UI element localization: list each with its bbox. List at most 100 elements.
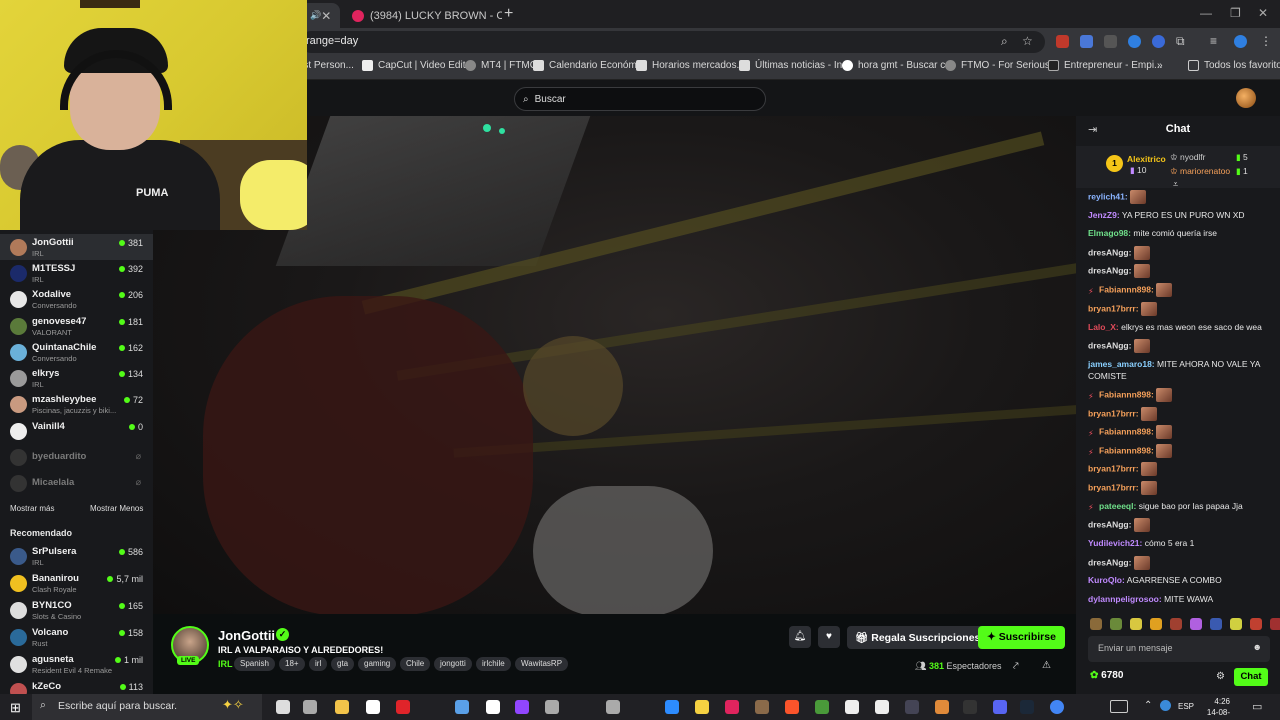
emote-icon[interactable] <box>1150 618 1162 630</box>
chat-username[interactable]: dresANgg <box>1088 247 1129 257</box>
stream-category[interactable]: IRL <box>218 659 233 669</box>
expand-leaderboard-icon[interactable]: ⩡ <box>1173 179 1178 190</box>
settings-icon[interactable] <box>545 700 559 714</box>
extension-icon[interactable] <box>1152 35 1165 48</box>
close-window-icon[interactable]: ✕ <box>1258 6 1268 20</box>
bookmark-item[interactable]: Horarios mercados... <box>636 60 745 71</box>
bookmark-item[interactable]: Entrepreneur - Empi... <box>1048 60 1162 71</box>
sidebar-item-volcano[interactable]: Volcano Rust 158 <box>0 624 153 650</box>
chat-username[interactable]: dresANgg <box>1088 557 1129 567</box>
follow-button[interactable]: ♥ <box>818 626 840 648</box>
report-icon[interactable]: ⚠ <box>1042 660 1051 671</box>
tag-chile[interactable]: Chile <box>400 657 431 671</box>
chat-username[interactable]: KuroQlo <box>1088 575 1122 585</box>
show-less-button[interactable]: Mostrar Menos <box>90 504 143 513</box>
bookmark-item[interactable]: CapCut | Video Edit... <box>362 60 474 71</box>
chrome-icon[interactable] <box>1050 700 1064 714</box>
emote-icon[interactable] <box>1090 618 1102 630</box>
streamer-name[interactable]: JonGottii <box>218 628 275 643</box>
chat-username[interactable]: Fabiannn898 <box>1099 389 1151 399</box>
channel-points[interactable]: ✿ 6780 <box>1090 670 1123 681</box>
all-bookmarks[interactable]: Todos los favoritos <box>1188 60 1280 71</box>
chat-username[interactable]: dylannpeligrosoo <box>1088 594 1159 604</box>
copilot-icon[interactable] <box>455 700 469 714</box>
chat-username[interactable]: pateeeql <box>1099 501 1134 511</box>
emote-icon[interactable] <box>1190 618 1202 630</box>
star-icon[interactable]: ☆ <box>1022 34 1033 48</box>
tag-18[interactable]: 18+ <box>279 657 305 671</box>
sidebar-item-srpulsera[interactable]: SrPulsera IRL 586 <box>0 543 153 569</box>
more-bookmarks-icon[interactable]: » <box>1157 60 1163 71</box>
capcut-icon[interactable] <box>845 700 859 714</box>
sidebar-item-quintanachile[interactable]: QuintanaChile Conversando 162 <box>0 339 153 365</box>
puzzle-icon[interactable]: ⧉ <box>1176 34 1185 49</box>
notification-bell-button[interactable]: 🔔︎ <box>789 626 811 648</box>
app-icon[interactable] <box>905 700 919 714</box>
file-explorer-icon[interactable] <box>335 700 349 714</box>
emote-icon[interactable] <box>1250 618 1262 630</box>
chat-username[interactable]: bryan17brrr <box>1088 463 1136 473</box>
sidebar-item-elkrys[interactable]: elkrys IRL 134 <box>0 365 153 391</box>
chat-username[interactable]: dresANgg <box>1088 340 1129 350</box>
sidebar-item-genovese47[interactable]: genovese47 VALORANT 181 <box>0 313 153 339</box>
tag-irl[interactable]: irl <box>309 657 328 671</box>
chat-username[interactable]: JenzZ9 <box>1088 210 1117 220</box>
sticky-notes-icon[interactable] <box>695 700 709 714</box>
task-view-icon[interactable] <box>276 700 290 714</box>
chat-username[interactable]: dresANgg <box>1088 519 1129 529</box>
tiktok-icon[interactable] <box>725 700 739 714</box>
sidebar-item-m1tessj[interactable]: M1TESSJ IRL 392 <box>0 260 153 286</box>
menu-kebab-icon[interactable]: ⋮ <box>1260 34 1272 48</box>
extension-icon[interactable] <box>1056 35 1069 48</box>
sidebar-item-jongottii[interactable]: JonGottii IRL 381 <box>0 234 153 260</box>
chat-username[interactable]: Elmago98 <box>1088 228 1128 238</box>
emote-icon[interactable] <box>1230 618 1242 630</box>
tab-youtube[interactable]: (3984) LUCKY BROWN - CUERP ✕ <box>342 3 502 28</box>
file-icon[interactable] <box>486 700 500 714</box>
sidebar-item-mzashleyybee[interactable]: mzashleyybee Piscinas, jacuzzis y biki...… <box>0 391 153 417</box>
chat-username[interactable]: bryan17brrr <box>1088 482 1136 492</box>
emote-icon[interactable] <box>1130 618 1142 630</box>
chevron-up-icon[interactable]: ⌃ <box>1144 700 1152 711</box>
sidebar-item-vainill4[interactable]: Vainill4 0 <box>0 418 153 444</box>
brave-icon[interactable] <box>785 700 799 714</box>
search-input[interactable]: ⌕ Buscar <box>514 87 766 111</box>
share-icon[interactable]: ⤤ <box>1013 661 1019 672</box>
chat-username[interactable]: Yudilevich21 <box>1088 538 1140 548</box>
chat-username[interactable]: Fabiannn898 <box>1099 426 1151 436</box>
tag-spanish[interactable]: Spanish <box>234 657 275 671</box>
tag-gaming[interactable]: gaming <box>358 657 397 671</box>
emote-icon[interactable] <box>1270 618 1280 630</box>
sidebar-item-offline[interactable]: byeduardito ⌀ <box>0 444 153 470</box>
user-avatar[interactable] <box>1236 88 1256 108</box>
minecraft-icon[interactable] <box>815 700 829 714</box>
tag-irlchile[interactable]: irlchile <box>476 657 511 671</box>
chat-username[interactable]: james_amaro18 <box>1088 359 1152 369</box>
url-field[interactable]: range=day <box>300 31 1045 53</box>
twitch-icon[interactable] <box>515 700 529 714</box>
queue-icon[interactable]: ≡ <box>1210 34 1217 48</box>
new-tab-button[interactable]: + <box>504 5 513 23</box>
sidebar-item-byn1co[interactable]: BYN1CO Slots & Casino 165 <box>0 597 153 623</box>
sidebar-item-xodalive[interactable]: Xodalive Conversando 206 <box>0 286 153 312</box>
close-tab-icon[interactable]: ✕ <box>321 9 331 23</box>
obs-icon[interactable] <box>963 700 977 714</box>
network-globe-icon[interactable] <box>1160 700 1171 711</box>
tag-gta[interactable]: gta <box>331 657 355 671</box>
show-more-button[interactable]: Mostrar más <box>10 504 54 513</box>
notepad-icon[interactable] <box>606 700 620 714</box>
zoom-icon[interactable] <box>665 700 679 714</box>
chat-username[interactable]: reylich41 <box>1088 191 1125 201</box>
tiktok-icon[interactable] <box>875 700 889 714</box>
profile-avatar[interactable] <box>1234 35 1247 48</box>
search-icon[interactable]: ⌕ <box>1001 34 1008 49</box>
gift-subs-button[interactable]: 🎁︎ Regala Suscripciones <box>847 626 989 649</box>
maximize-icon[interactable]: ❐ <box>1230 6 1241 20</box>
chat-username[interactable]: dresANgg <box>1088 265 1129 275</box>
bookmark-item[interactable]: FTMO - For Serious... <box>945 60 1058 71</box>
emoji-icon[interactable]: ☻ <box>1253 642 1262 652</box>
keyboard-icon[interactable] <box>1110 700 1128 713</box>
chat-input[interactable]: Enviar un mensaje ☻ <box>1088 636 1270 662</box>
extension-icon[interactable] <box>1128 35 1141 48</box>
bookmark-item[interactable]: Calendario Económi... <box>533 60 647 71</box>
